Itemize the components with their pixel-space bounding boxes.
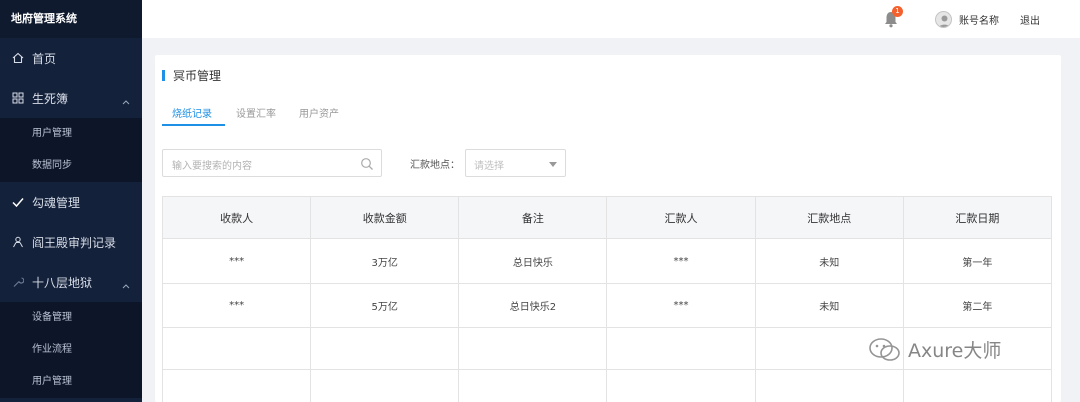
table-cell: 5万亿 bbox=[310, 283, 460, 328]
table-cell: *** bbox=[161, 283, 312, 328]
table-row-empty bbox=[161, 369, 1053, 402]
sidebar-item-home[interactable]: 首页 bbox=[0, 38, 142, 78]
table-cell bbox=[161, 327, 312, 370]
home-icon bbox=[11, 51, 25, 65]
table-cell bbox=[902, 369, 1053, 402]
caret-down-icon bbox=[549, 162, 557, 167]
page-title: 冥币管理 bbox=[173, 69, 222, 83]
table-cell: 总日快乐 bbox=[458, 238, 608, 284]
sidebar-subitem-workflow[interactable]: 作业流程 bbox=[0, 334, 142, 366]
tab-burn-records[interactable]: 烧纸记录 bbox=[172, 105, 212, 120]
watermark-text: Axure大师 bbox=[908, 340, 1002, 362]
table-cell bbox=[310, 369, 460, 402]
column-header: 汇款地点 bbox=[754, 196, 904, 239]
table-cell: 未知 bbox=[754, 283, 904, 328]
grid-icon bbox=[11, 91, 25, 105]
sidebar-subitem-user-management[interactable]: 用户管理 bbox=[0, 118, 142, 150]
chevron-up-icon[interactable] bbox=[122, 278, 130, 292]
submenu: 用户管理 数据同步 bbox=[0, 118, 142, 182]
table-cell: *** bbox=[606, 238, 756, 284]
table-cell: 未知 bbox=[754, 238, 904, 284]
check-icon bbox=[11, 195, 25, 209]
tab-user-assets[interactable]: 用户资产 bbox=[299, 105, 339, 120]
search-icon[interactable] bbox=[360, 156, 374, 175]
table-cell: 3万亿 bbox=[310, 238, 460, 284]
title-accent-bar bbox=[162, 70, 165, 81]
sidebar: 地府管理系统 首页 生死簿 用户管理 数据同步 勾魂管理 阎王殿审判记录 十八层… bbox=[0, 0, 142, 402]
tab-exchange-rate[interactable]: 设置汇率 bbox=[236, 105, 276, 120]
active-tab-indicator bbox=[162, 124, 225, 126]
table-cell: 第二年 bbox=[902, 283, 1053, 328]
sidebar-subitem-user-management[interactable]: 用户管理 bbox=[0, 366, 142, 398]
sidebar-item-soul-management[interactable]: 勾魂管理 bbox=[0, 182, 142, 222]
table-cell: *** bbox=[606, 283, 756, 328]
table-cell bbox=[458, 327, 608, 370]
avatar[interactable] bbox=[935, 11, 952, 28]
table-header-row: 收款人 收款金额 备注 汇款人 汇款地点 汇款日期 bbox=[161, 196, 1053, 239]
sidebar-item-label: 阎王殿审判记录 bbox=[32, 235, 117, 250]
table-cell bbox=[606, 369, 756, 402]
sidebar-subitem-device-management[interactable]: 设备管理 bbox=[0, 302, 142, 334]
location-select[interactable]: 请选择 bbox=[465, 149, 566, 177]
table-cell: 总日快乐2 bbox=[458, 283, 608, 328]
table-cell: *** bbox=[161, 238, 312, 284]
column-header: 收款金额 bbox=[310, 196, 460, 239]
sidebar-subitem-data-sync[interactable]: 数据同步 bbox=[0, 150, 142, 182]
sidebar-item-label: 十八层地狱 bbox=[32, 275, 93, 290]
column-header: 汇款人 bbox=[606, 196, 756, 239]
table-row[interactable]: *** 3万亿 总日快乐 *** 未知 第一年 bbox=[161, 238, 1053, 284]
table-cell bbox=[606, 327, 756, 370]
wechat-icon bbox=[869, 337, 900, 361]
app-title: 地府管理系统 bbox=[0, 0, 142, 38]
notification-badge: 1 bbox=[892, 6, 903, 17]
submenu: 设备管理 作业流程 用户管理 bbox=[0, 302, 142, 398]
table-cell: 第一年 bbox=[902, 238, 1053, 284]
column-header: 备注 bbox=[458, 196, 608, 239]
logout-link[interactable]: 退出 bbox=[1020, 12, 1040, 27]
sidebar-item-label: 首页 bbox=[32, 51, 57, 66]
table-cell bbox=[161, 369, 312, 402]
top-bar: 1 账号名称 退出 bbox=[142, 0, 1080, 38]
tool-icon bbox=[11, 275, 25, 289]
watermark: Axure大师 bbox=[868, 336, 1001, 363]
sidebar-item-judgement-records[interactable]: 阎王殿审判记录 bbox=[0, 222, 142, 262]
location-placeholder: 请选择 bbox=[474, 161, 504, 172]
table-cell bbox=[754, 369, 904, 402]
column-header: 收款人 bbox=[161, 196, 312, 239]
table-cell bbox=[310, 327, 460, 370]
sidebar-item-hell-levels[interactable]: 十八层地狱 bbox=[0, 262, 142, 302]
account-name[interactable]: 账号名称 bbox=[959, 12, 999, 27]
column-header: 汇款日期 bbox=[902, 196, 1053, 239]
sidebar-item-label: 生死簿 bbox=[32, 91, 69, 106]
table-row[interactable]: *** 5万亿 总日快乐2 *** 未知 第二年 bbox=[161, 283, 1053, 328]
remittance-table: 收款人 收款金额 备注 汇款人 汇款地点 汇款日期 *** 3万亿 总日快乐 *… bbox=[161, 196, 1053, 402]
chevron-up-icon[interactable] bbox=[122, 94, 130, 108]
sidebar-item-label: 勾魂管理 bbox=[32, 195, 81, 210]
sidebar-item-register[interactable]: 生死簿 bbox=[0, 78, 142, 118]
person-icon bbox=[11, 235, 25, 249]
search-placeholder: 输入要搜索的内容 bbox=[172, 161, 252, 172]
search-input[interactable]: 输入要搜索的内容 bbox=[162, 149, 382, 177]
table-cell bbox=[458, 369, 608, 402]
location-label: 汇款地点： bbox=[410, 160, 460, 171]
